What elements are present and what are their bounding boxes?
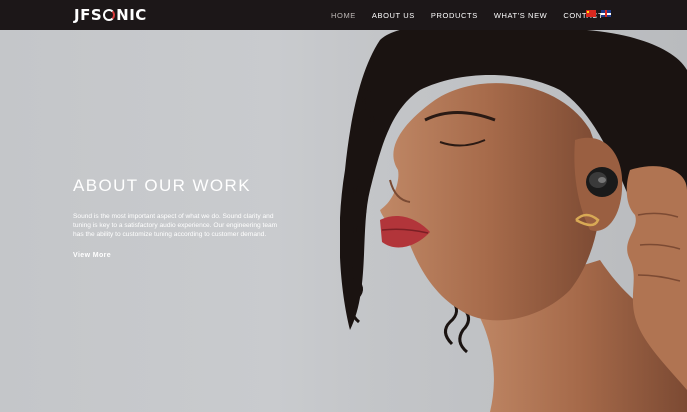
nav-whats-new[interactable]: WHAT'S NEW	[494, 11, 548, 20]
view-more-link[interactable]: View More	[73, 252, 111, 259]
section-title: ABOUT OUR WORK	[73, 176, 251, 195]
top-navbar: JFS NIC HOME ABOUT US PRODUCTS WHAT'S NE…	[0, 0, 687, 30]
main-nav: HOME ABOUT US PRODUCTS WHAT'S NEW CONTAC…	[331, 0, 619, 30]
about-content: ABOUT OUR WORK Sound is the most importa…	[73, 176, 293, 261]
section-description: Sound is the most important aspect of wh…	[73, 213, 278, 239]
brand-logo[interactable]: JFS NIC	[74, 5, 147, 25]
hero-image	[340, 30, 687, 412]
uk-flag-icon[interactable]	[601, 10, 611, 17]
nav-about-us[interactable]: ABOUT US	[372, 11, 415, 20]
hero-section: ABOUT OUR WORK Sound is the most importa…	[0, 0, 687, 412]
nav-home[interactable]: HOME	[331, 11, 356, 20]
china-flag-icon[interactable]	[586, 10, 596, 17]
language-switcher	[586, 10, 611, 17]
logo-text-right: NIC	[116, 6, 147, 24]
logo-o-icon	[103, 9, 116, 21]
logo-text-left: JFS	[74, 6, 103, 24]
nav-products[interactable]: PRODUCTS	[431, 11, 478, 20]
